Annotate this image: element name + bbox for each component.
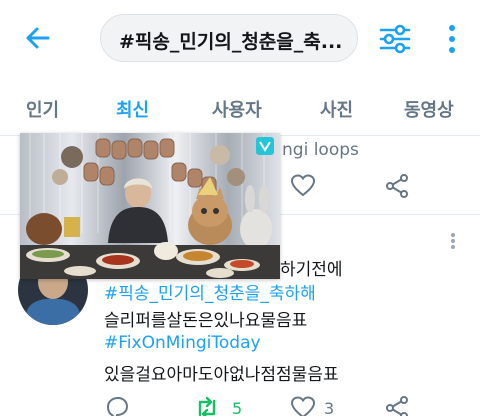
share-icon[interactable] [384, 173, 410, 199]
tweet-text-line: 있을걸요아마도아없나점점물음표 [104, 365, 339, 385]
like-count: 3 [324, 399, 335, 416]
share-icon[interactable] [384, 395, 410, 416]
more-vertical-icon[interactable] [440, 22, 464, 56]
reply-icon[interactable] [104, 395, 130, 416]
filter-icon[interactable] [378, 22, 412, 56]
back-arrow-icon[interactable] [22, 22, 54, 54]
tab-videos[interactable]: 동영상 [404, 96, 454, 122]
video-thumbnail[interactable] [20, 133, 280, 279]
hashtag-link[interactable]: #FixOnMingiToday [104, 333, 261, 353]
retweet-count: 5 [232, 399, 243, 416]
search-input[interactable]: #픽송_민기의_청춘을_축... [100, 14, 358, 62]
tab-people[interactable]: 사용자 [212, 96, 262, 122]
tab-latest[interactable]: 최신 [116, 96, 149, 122]
search-query: #픽송_민기의_청춘을_축... [119, 31, 343, 53]
top-bar: #픽송_민기의_청춘을_축... [0, 0, 480, 78]
tab-top[interactable]: 인기 [26, 96, 59, 122]
tweet-text-fragment: ngi loops [282, 140, 359, 160]
tweet-text-line: 하기전에 [280, 260, 343, 280]
search-tabs: 인기 최신 사용자 사진 동영상 [0, 78, 480, 136]
tab-photos[interactable]: 사진 [320, 96, 353, 122]
heart-icon[interactable] [290, 395, 316, 416]
heart-icon[interactable] [290, 173, 316, 199]
retweet-icon[interactable] [194, 395, 220, 416]
hashtag-link[interactable]: #픽송_민기의_청춘을_축하해 [104, 279, 316, 304]
chevron-down-icon[interactable] [448, 231, 458, 251]
tweet-text-line: 슬리퍼를살돈은있나요물음표 [104, 311, 308, 331]
